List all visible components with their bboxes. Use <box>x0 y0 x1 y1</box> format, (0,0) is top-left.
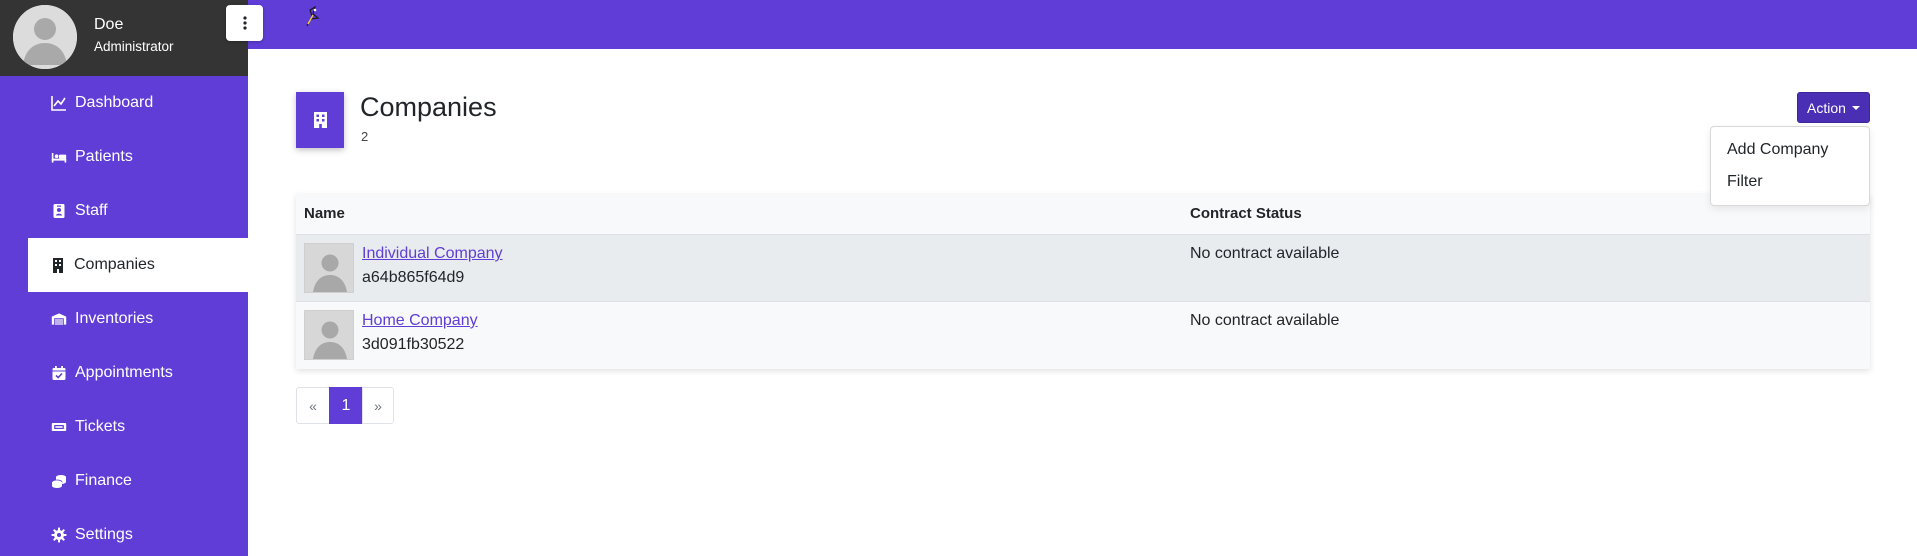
sidebar-item-tickets[interactable]: Tickets <box>28 400 248 454</box>
sidebar-nav: Dashboard Patients Staff Companies Inven… <box>28 76 248 556</box>
sidebar-item-label: Tickets <box>75 418 126 435</box>
sidebar-item-appointments[interactable]: Appointments <box>28 346 248 400</box>
sidebar-item-finance[interactable]: Finance <box>28 454 248 508</box>
page-header-icon-box <box>296 92 344 148</box>
coins-icon <box>51 473 67 489</box>
id-badge-icon <box>51 203 67 219</box>
pagination-prev-button[interactable]: « <box>296 387 330 424</box>
bed-icon <box>51 149 67 165</box>
sidebar-item-label: Staff <box>75 202 108 219</box>
building-icon <box>313 112 327 128</box>
pagination-next-button[interactable]: » <box>362 387 394 424</box>
more-options-button[interactable] <box>226 5 263 41</box>
table-header: Name Contract Status <box>296 194 1870 235</box>
sidebar-item-patients[interactable]: Patients <box>28 130 248 184</box>
record-count: 2 <box>361 129 369 144</box>
user-avatar-icon <box>13 5 77 69</box>
sidebar-item-label: Appointments <box>75 364 173 381</box>
action-dropdown-menu: Add Company Filter <box>1710 126 1870 206</box>
pagination-page-1[interactable]: 1 <box>329 387 363 424</box>
calendar-check-icon <box>51 365 67 381</box>
company-placeholder-icon <box>305 311 353 359</box>
action-button-label: Action <box>1807 99 1846 116</box>
table-row: Home Company 3d091fb30522 No contract av… <box>296 302 1870 369</box>
company-avatar <box>304 310 354 360</box>
menu-item-filter[interactable]: Filter <box>1727 173 1763 191</box>
sidebar-item-label: Inventories <box>75 310 154 327</box>
user-role: Administrator <box>94 39 174 54</box>
companies-table: Name Contract Status Individual Company … <box>296 194 1870 369</box>
app-root: Doe Administrator Dashboard Patients Sta… <box>0 0 1917 556</box>
sidebar-item-label: Companies <box>74 256 155 273</box>
company-name-link[interactable]: Home Company <box>362 312 478 330</box>
sidebar-item-label: Dashboard <box>75 94 154 111</box>
user-name: Doe <box>94 16 124 33</box>
chart-line-icon <box>51 95 67 111</box>
page-title: Companies <box>360 92 497 122</box>
column-header-contract-status[interactable]: Contract Status <box>1190 205 1302 222</box>
gear-icon <box>51 527 67 543</box>
user-profile: Doe Administrator <box>0 0 248 76</box>
top-navbar <box>248 0 1917 49</box>
sidebar-item-inventories[interactable]: Inventories <box>28 292 248 346</box>
company-placeholder-icon <box>305 244 353 292</box>
pagination: « 1 » <box>296 387 394 424</box>
warehouse-icon <box>51 311 67 327</box>
sidebar: Doe Administrator Dashboard Patients Sta… <box>0 0 263 556</box>
company-id: a64b865f64d9 <box>362 269 465 286</box>
sidebar-item-staff[interactable]: Staff <box>28 184 248 238</box>
contract-status: No contract available <box>1190 245 1340 262</box>
sidebar-item-label: Finance <box>75 472 132 489</box>
sidebar-item-label: Patients <box>75 148 133 165</box>
caret-down-icon <box>1851 105 1860 110</box>
sidebar-item-settings[interactable]: Settings <box>28 508 248 556</box>
brand-logo-icon[interactable] <box>303 6 321 28</box>
company-avatar <box>304 243 354 293</box>
kebab-icon <box>242 16 247 30</box>
ticket-icon <box>51 419 67 435</box>
avatar <box>13 5 77 69</box>
company-name-link[interactable]: Individual Company <box>362 245 503 263</box>
company-id: 3d091fb30522 <box>362 336 465 353</box>
sidebar-item-companies[interactable]: Companies <box>28 238 248 292</box>
building-icon <box>50 257 66 273</box>
table-row: Individual Company a64b865f64d9 No contr… <box>296 235 1870 302</box>
menu-item-add-company[interactable]: Add Company <box>1727 141 1828 159</box>
action-dropdown-button[interactable]: Action <box>1797 92 1870 123</box>
sidebar-item-label: Settings <box>75 526 133 543</box>
column-header-name[interactable]: Name <box>304 205 345 222</box>
contract-status: No contract available <box>1190 312 1340 329</box>
sidebar-item-dashboard[interactable]: Dashboard <box>28 76 248 130</box>
